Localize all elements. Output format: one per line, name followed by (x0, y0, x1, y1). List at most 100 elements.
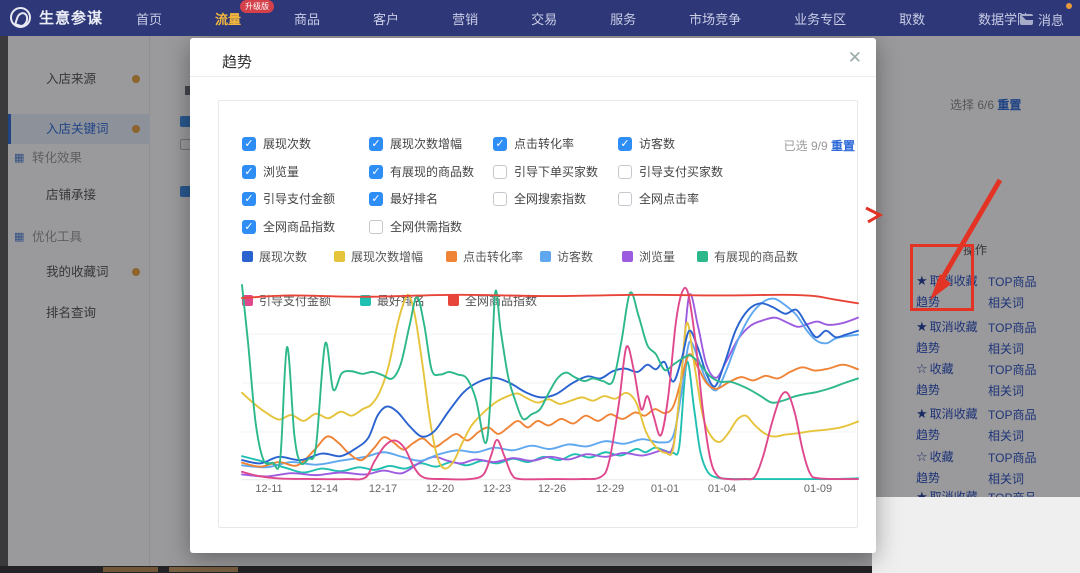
checkbox-label: 点击转化率 (514, 135, 574, 152)
legend-swatch-icon (697, 251, 708, 262)
legend-item-1[interactable]: 展现次数增幅 (334, 248, 423, 265)
modal-reset-link[interactable]: 重置 (831, 139, 855, 153)
legend-label: 有展现的商品数 (714, 248, 798, 265)
metric-checkbox-6[interactable]: 引导下单买家数 (493, 163, 598, 180)
modal-title: 趋势 (222, 51, 252, 72)
legend-item-2[interactable]: 点击转化率 (446, 248, 523, 265)
checkbox-checked-icon[interactable]: ✓ (242, 137, 256, 151)
checkbox-label: 全网点击率 (639, 190, 699, 207)
close-icon[interactable]: ✕ (848, 48, 862, 68)
legend-swatch-icon (622, 251, 633, 262)
checkbox-unchecked-icon[interactable] (618, 192, 632, 206)
nav-item-0[interactable]: 首页 (136, 9, 162, 28)
legend-swatch-icon (242, 251, 253, 262)
x-tick-label: 12-23 (483, 483, 511, 495)
nav-item-8[interactable]: 业务专区 (794, 9, 846, 28)
x-tick-label: 01-09 (804, 483, 832, 495)
checkbox-label: 展现次数增幅 (390, 135, 462, 152)
checkbox-checked-icon[interactable]: ✓ (242, 220, 256, 234)
checkbox-unchecked-icon[interactable] (618, 165, 632, 179)
metric-checkbox-13[interactable]: 全网供需指数 (369, 218, 462, 235)
checkbox-label: 全网供需指数 (390, 218, 462, 235)
metric-checkbox-10[interactable]: 全网搜索指数 (493, 190, 586, 207)
nav-item-6[interactable]: 服务 (610, 9, 636, 28)
checkbox-checked-icon[interactable]: ✓ (242, 165, 256, 179)
series-line-有展现的商品数 (242, 285, 858, 469)
message-icon (1020, 14, 1033, 25)
x-tick-label: 12-26 (538, 483, 566, 495)
x-tick-label: 12-20 (426, 483, 454, 495)
legend-swatch-icon (446, 251, 457, 262)
nav-item-7[interactable]: 市场竞争 (689, 9, 741, 28)
upgrade-badge: 升级版 (240, 0, 274, 13)
checkbox-unchecked-icon[interactable] (369, 220, 383, 234)
x-tick-label: 12-17 (369, 483, 397, 495)
legend-label: 浏览量 (639, 248, 675, 265)
series-line-引导支付金额 (242, 288, 858, 480)
notification-dot (1066, 3, 1072, 9)
metric-checkbox-9[interactable]: ✓ 最好排名 (369, 190, 438, 207)
checkbox-label: 全网搜索指数 (514, 190, 586, 207)
metric-checkbox-0[interactable]: ✓ 展现次数 (242, 135, 311, 152)
legend-item-4[interactable]: 浏览量 (622, 248, 675, 265)
trend-chart (242, 285, 858, 481)
nav-item-5[interactable]: 交易 (531, 9, 557, 28)
nav-item-4[interactable]: 营销 (452, 9, 478, 28)
metric-checkbox-5[interactable]: ✓有展现的商品数 (369, 163, 474, 180)
checkbox-checked-icon[interactable]: ✓ (369, 192, 383, 206)
metric-checkbox-2[interactable]: ✓ 点击转化率 (493, 135, 574, 152)
brand-name: 生意参谋 (39, 7, 103, 28)
checkbox-label: 引导支付金额 (263, 190, 335, 207)
checkbox-checked-icon[interactable]: ✓ (369, 137, 383, 151)
checkbox-checked-icon[interactable]: ✓ (493, 137, 507, 151)
brand[interactable]: 生意参谋 (10, 7, 103, 28)
legend-label: 访客数 (557, 248, 593, 265)
trend-modal: 趋势 ✕ ✓展现次数✓展现次数增幅✓点击转化率✓访客数✓浏览量✓有展现的商品数引… (190, 38, 876, 553)
checkbox-label: 浏览量 (263, 163, 299, 180)
messages-button[interactable]: 消息 (1020, 10, 1064, 29)
checkbox-unchecked-icon[interactable] (493, 192, 507, 206)
logo-icon (10, 7, 31, 28)
divider (190, 76, 876, 77)
legend-swatch-icon (540, 251, 551, 262)
app-window: 入店来源入店关键词转化效果▦店铺承接优化工具▦我的收藏词排名查询 选择 6/6 … (0, 0, 1080, 573)
legend-swatch-icon (334, 251, 345, 262)
legend-label: 点击转化率 (463, 248, 523, 265)
metric-checkbox-4[interactable]: ✓ 浏览量 (242, 163, 299, 180)
selected-info: 已选 9/9 重置 (784, 137, 855, 154)
nav-item-2[interactable]: 商品 (294, 9, 320, 28)
x-tick-label: 12-29 (596, 483, 624, 495)
legend-label: 展现次数 (259, 248, 307, 265)
legend-item-5[interactable]: 有展现的商品数 (697, 248, 798, 265)
checkbox-label: 访客数 (639, 135, 675, 152)
checkbox-checked-icon[interactable]: ✓ (618, 137, 632, 151)
x-tick-label: 12-14 (310, 483, 338, 495)
bottom-right-panel (872, 497, 1080, 573)
series-line-全网商品指数 (242, 295, 858, 304)
checkbox-label: 引导下单买家数 (514, 163, 598, 180)
top-nav: 生意参谋 首页流量商品客户营销交易服务市场竞争业务专区取数数据学院 升级版 消息 (0, 0, 1080, 36)
checkbox-label: 展现次数 (263, 135, 311, 152)
nav-item-3[interactable]: 客户 (373, 9, 399, 28)
checkbox-checked-icon[interactable]: ✓ (369, 165, 383, 179)
metric-checkbox-12[interactable]: ✓ 全网商品指数 (242, 218, 335, 235)
checkbox-label: 引导支付买家数 (639, 163, 723, 180)
legend-item-0[interactable]: 展现次数 (242, 248, 307, 265)
legend-item-3[interactable]: 访客数 (540, 248, 593, 265)
metric-checkbox-7[interactable]: 引导支付买家数 (618, 163, 723, 180)
nav-item-9[interactable]: 取数 (899, 9, 925, 28)
checkbox-label: 全网商品指数 (263, 218, 335, 235)
nav-item-1[interactable]: 流量 (215, 9, 241, 28)
checkbox-checked-icon[interactable]: ✓ (242, 192, 256, 206)
metric-checkbox-11[interactable]: 全网点击率 (618, 190, 699, 207)
annotation-chevron-icon (862, 202, 886, 226)
legend-label: 展现次数增幅 (351, 248, 423, 265)
checkbox-label: 最好排名 (390, 190, 438, 207)
metric-checkbox-1[interactable]: ✓ 展现次数增幅 (369, 135, 462, 152)
metric-checkbox-8[interactable]: ✓ 引导支付金额 (242, 190, 335, 207)
x-tick-label: 12-11 (255, 483, 282, 495)
series-line-展现次数增幅 (242, 295, 858, 469)
checkbox-unchecked-icon[interactable] (493, 165, 507, 179)
x-tick-label: 01-04 (708, 483, 736, 495)
metric-checkbox-3[interactable]: ✓ 访客数 (618, 135, 675, 152)
